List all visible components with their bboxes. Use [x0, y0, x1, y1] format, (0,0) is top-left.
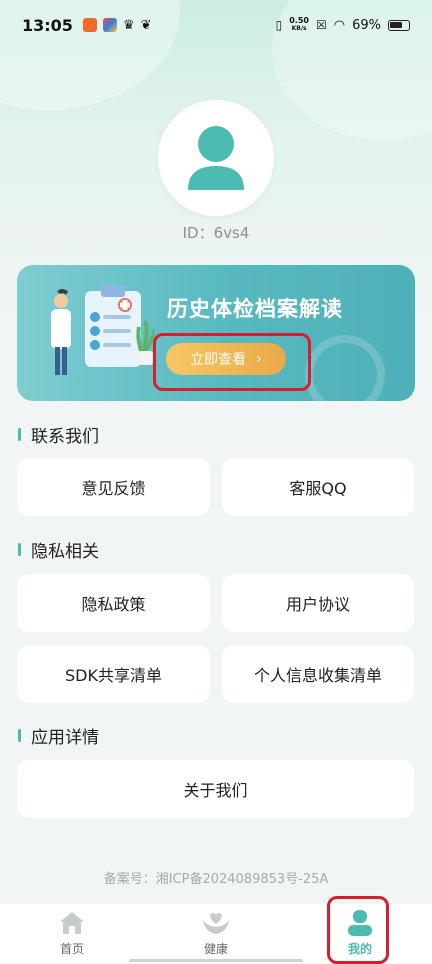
status-bar: 13:05 ♛ ❦ ▯ 0.50 KB/s ☒ ◠ 69% — [0, 0, 432, 50]
section-title-app: 应用详情 — [18, 723, 99, 748]
banner-title: 历史体检档案解读 — [167, 297, 343, 321]
tab-home[interactable]: 首页 — [32, 904, 112, 964]
highlight-box-mine-tab — [327, 896, 389, 964]
crown-icon: ♛ — [122, 17, 135, 33]
leaf-icon: ❦ — [140, 17, 152, 33]
customer-service-qq-button[interactable]: 客服QQ — [222, 458, 414, 516]
user-agreement-button[interactable]: 用户协议 — [222, 574, 414, 632]
app-icon-multicolor — [102, 17, 117, 32]
feedback-button[interactable]: 意见反馈 — [17, 458, 210, 516]
network-x-icon: ☒ — [315, 18, 327, 32]
section-title-privacy: 隐私相关 — [18, 537, 99, 562]
heart-hands-icon — [201, 908, 231, 938]
icp-record: 备案号：湘ICP备2024089853号-25A — [103, 872, 329, 887]
status-time: 13:05 — [22, 15, 73, 35]
personal-info-list-button[interactable]: 个人信息收集清单 — [222, 645, 414, 703]
sdk-share-list-button[interactable]: SDK共享清单 — [17, 645, 210, 703]
vibrate-icon: ▯ — [275, 18, 283, 32]
user-avatar-icon — [188, 126, 244, 190]
highlight-box-view-now — [153, 333, 311, 391]
clock-decoration — [305, 335, 385, 401]
privacy-policy-button[interactable]: 隐私政策 — [17, 574, 210, 632]
avatar[interactable] — [158, 100, 274, 216]
wifi-icon: ◠ — [333, 17, 346, 33]
net-speed: 0.50 KB/s — [289, 16, 309, 33]
clipboard-doctor-illustration — [51, 285, 155, 375]
battery-percent: 69% — [352, 17, 381, 33]
about-us-button[interactable]: 关于我们 — [17, 760, 414, 818]
user-id: ID：6vs4 — [182, 224, 250, 242]
app-icon-orange — [82, 17, 97, 32]
battery-icon — [388, 19, 410, 31]
home-icon — [58, 908, 86, 938]
section-title-contact: 联系我们 — [18, 422, 99, 447]
home-indicator — [129, 959, 303, 962]
tab-health[interactable]: 健康 — [176, 904, 256, 964]
